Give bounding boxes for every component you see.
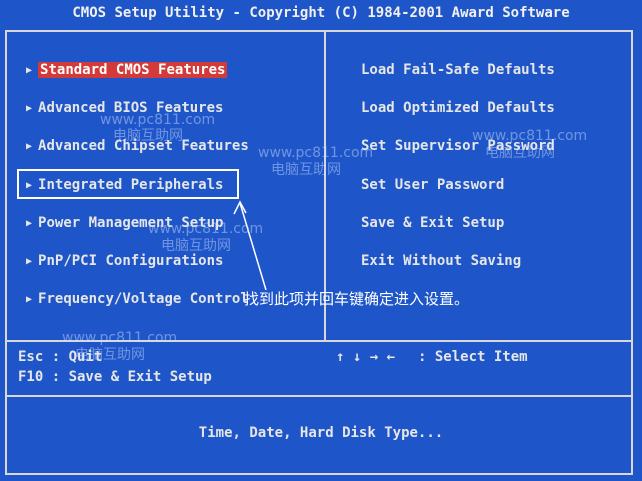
watermark-name: 电脑互助网 — [271, 162, 341, 178]
watermark-url: www.pc811.com — [258, 145, 374, 161]
watermark-url: www.pc811.com — [472, 128, 588, 144]
watermark-url: www.pc811.com — [100, 112, 216, 128]
annotation-text: 找到此项并回车键确定进入设置。 — [244, 290, 470, 308]
watermark-name: 电脑互助网 — [113, 128, 183, 144]
watermark-name: 电脑互助网 — [161, 238, 231, 254]
watermark-url: www.pc811.com — [62, 330, 178, 346]
arrow-keys-icon: ↑ ↓ → ← — [336, 349, 396, 365]
help-f10-save-exit: F10 : Save & Exit Setup — [18, 369, 212, 385]
status-line: Time, Date, Hard Disk Type... — [198, 425, 444, 441]
help-select-item: : Select Item — [418, 349, 528, 365]
watermark-name: 电脑互助网 — [75, 347, 145, 363]
watermark-name: 电脑互助网 — [485, 145, 555, 161]
annotation-arrow-icon — [233, 200, 267, 291]
watermark-url: www.pc811.com — [148, 221, 264, 237]
